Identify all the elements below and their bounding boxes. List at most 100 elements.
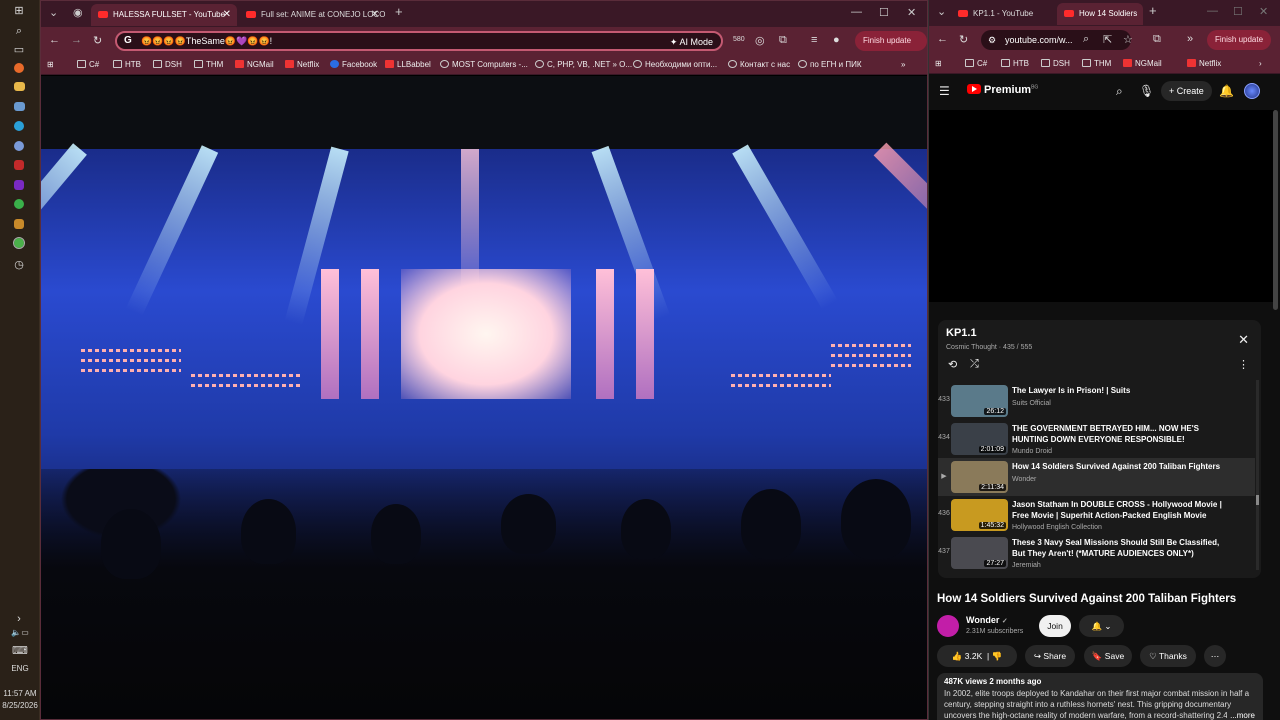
youtube-premium-logo[interactable]: PremiumBG — [967, 84, 1038, 96]
pinned-tab-icon[interactable]: ◉ — [73, 6, 83, 19]
more-tools-icon[interactable]: » — [1187, 33, 1193, 45]
bookmark-csharp[interactable]: C# — [77, 58, 99, 72]
menu-icon[interactable]: ☰ — [939, 84, 950, 98]
list-item[interactable]: 437 27:27 These 3 Navy Seal Missions Sho… — [938, 534, 1255, 572]
description-box[interactable]: 487K views 2 months ago In 2002, elite t… — [937, 673, 1263, 720]
media-control-icon[interactable]: ≡ — [811, 34, 817, 46]
maximize-icon[interactable]: ☐ — [879, 6, 889, 19]
save-button[interactable]: 🔖 Save — [1084, 645, 1132, 667]
task-view-icon[interactable]: ▭ — [12, 43, 26, 57]
apps-icon[interactable]: ⊞ — [935, 57, 942, 71]
list-item[interactable]: 433 26:12 The Lawyer Is in Prison! | Sui… — [938, 382, 1255, 420]
youtube-player[interactable] — [929, 110, 1274, 302]
volume-network-icon[interactable]: 🔈▭ — [6, 626, 34, 640]
notifications-bell-icon[interactable]: 🔔 — [1219, 84, 1234, 98]
item-title[interactable]: Jason Statham In DOUBLE CROSS - Hollywoo… — [1012, 499, 1234, 521]
back-icon[interactable]: ← — [49, 34, 60, 46]
extension-badge[interactable]: 580 — [733, 36, 745, 43]
open-in-app-icon[interactable]: ⇱ — [1103, 33, 1112, 46]
close-tab-icon[interactable]: ✕ — [371, 4, 379, 26]
firefox-icon[interactable] — [14, 63, 24, 73]
bookmark-thm[interactable]: THM — [1082, 57, 1111, 71]
clock-date[interactable]: 8/25/2026 — [0, 701, 40, 710]
channel-avatar[interactable] — [937, 615, 959, 637]
edge-icon[interactable] — [14, 121, 24, 131]
minimize-icon[interactable]: — — [1207, 5, 1218, 17]
loop-icon[interactable]: ⟲ — [948, 358, 957, 371]
dislike-button[interactable]: 👎 — [992, 651, 1003, 661]
chevron-right-icon[interactable]: › — [12, 612, 26, 626]
forward-icon[interactable]: → — [71, 34, 82, 46]
close-window-icon[interactable]: ✕ — [907, 6, 916, 19]
new-tab-icon[interactable]: + — [1149, 3, 1157, 18]
zoom-icon[interactable]: ⌕ — [1083, 33, 1089, 46]
item-title[interactable]: These 3 Navy Seal Missions Should Still … — [1012, 537, 1234, 559]
search-icon[interactable]: ⌕ — [1116, 84, 1123, 99]
close-window-icon[interactable]: ✕ — [1259, 5, 1268, 18]
bookmark-ngmail[interactable]: NGMail — [235, 58, 274, 72]
address-bar[interactable]: G 😡😡😡😡TheSame😡💜😡😡! ✦ AI Mode — [115, 31, 723, 51]
file-explorer-icon[interactable] — [14, 82, 25, 91]
page-scrollbar[interactable] — [1273, 110, 1278, 310]
start-icon[interactable]: ⊞ — [12, 4, 26, 18]
bookmark-netflix[interactable]: Netflix — [1187, 57, 1221, 71]
bookmark-star-icon[interactable]: ☆ — [1123, 33, 1133, 46]
tab-search-icon[interactable]: ⌄ — [49, 6, 58, 19]
bookmark-cphp[interactable]: C, PHP, VB, .NET » O... — [535, 58, 632, 72]
profile-icon[interactable]: ● — [833, 34, 840, 46]
bookmark-egn[interactable]: по ЕГН и ПИК — [798, 58, 862, 72]
playlist-more-icon[interactable]: ⋮ — [1238, 358, 1249, 371]
video-thumbnail[interactable]: 2:01:09 — [951, 423, 1008, 455]
avatar[interactable] — [1244, 83, 1260, 99]
back-icon[interactable]: ← — [937, 33, 948, 45]
clock-app-icon[interactable]: ◷ — [12, 258, 26, 272]
bookmark-dsh[interactable]: DSH — [153, 58, 182, 72]
apps-icon[interactable]: ⊞ — [47, 58, 54, 72]
bookmark-csharp[interactable]: C# — [965, 57, 987, 71]
tab-kp11[interactable]: KP1.1 - YouTube — [951, 3, 1055, 25]
site-info-icon[interactable]: ⚙ — [988, 30, 996, 50]
video-player[interactable] — [41, 76, 927, 719]
list-item-current[interactable]: ▶ 2:11:34 How 14 Soldiers Survived Again… — [938, 458, 1255, 496]
thanks-button[interactable]: ♡ Thanks — [1140, 645, 1196, 667]
tab-halessa[interactable]: HALESSA FULLSET - YouTube ✕ — [91, 4, 237, 26]
bookmark-netflix[interactable]: Netflix — [285, 58, 319, 72]
item-title[interactable]: How 14 Soldiers Survived Against 200 Tal… — [1012, 461, 1234, 472]
reload-icon[interactable]: ↻ — [93, 34, 102, 47]
app-orange-icon[interactable] — [14, 219, 24, 229]
onenote-icon[interactable] — [14, 180, 24, 190]
chrome-icon[interactable] — [14, 199, 24, 209]
bookmark-babbel[interactable]: LLBabbel — [385, 58, 431, 72]
share-button[interactable]: ↪ Share — [1025, 645, 1075, 667]
subscribe-bell-button[interactable]: 🔔 ⌄ — [1079, 615, 1124, 637]
photos-icon[interactable] — [14, 102, 25, 111]
join-button[interactable]: Join — [1039, 615, 1071, 637]
channel-name[interactable]: Wonder ✓ — [966, 615, 1008, 625]
video-thumbnail[interactable]: 2:11:34 — [951, 461, 1008, 493]
video-thumbnail[interactable]: 27:27 — [951, 537, 1008, 569]
item-title[interactable]: The Lawyer Is in Prison! | Suits — [1012, 385, 1234, 396]
finish-update-button[interactable]: Finish update — [1207, 30, 1272, 50]
close-tab-icon[interactable]: ✕ — [223, 4, 231, 26]
shuffle-icon[interactable]: ⤮ — [970, 358, 979, 371]
tab-how-14-soldiers[interactable]: How 14 Soldiers — [1057, 3, 1143, 25]
bookmark-ngmail[interactable]: NGMail — [1123, 57, 1162, 71]
bookmark-ntv[interactable]: НТВ — [1001, 57, 1029, 71]
settings-icon[interactable] — [14, 141, 24, 151]
list-item[interactable]: 436 1:45:32 Jason Statham In DOUBLE CROS… — [938, 496, 1255, 534]
glasses-icon[interactable]: ◎ — [755, 34, 765, 47]
minimize-icon[interactable]: — — [851, 6, 862, 18]
app-red-icon[interactable] — [14, 160, 24, 170]
tab-search-icon[interactable]: ⌄ — [937, 5, 946, 18]
bookmark-ntv[interactable]: НТВ — [113, 58, 141, 72]
more-bookmarks-icon[interactable]: » — [901, 58, 905, 72]
bookmark-thm[interactable]: THM — [194, 58, 223, 72]
finish-update-button[interactable]: Finish update ⋮ — [855, 31, 927, 65]
bookmark-kontakt[interactable]: Контакт с нас — [728, 58, 790, 72]
video-thumbnail[interactable]: 1:45:32 — [951, 499, 1008, 531]
item-title[interactable]: THE GOVERNMENT BETRAYED HIM... NOW HE'S … — [1012, 423, 1234, 445]
ai-mode-button[interactable]: ✦ AI Mode — [670, 34, 713, 50]
new-tab-icon[interactable]: + — [395, 4, 403, 19]
like-button[interactable]: 👍 3.2K — [952, 651, 982, 661]
more-bookmarks-icon[interactable]: › — [1259, 57, 1262, 71]
